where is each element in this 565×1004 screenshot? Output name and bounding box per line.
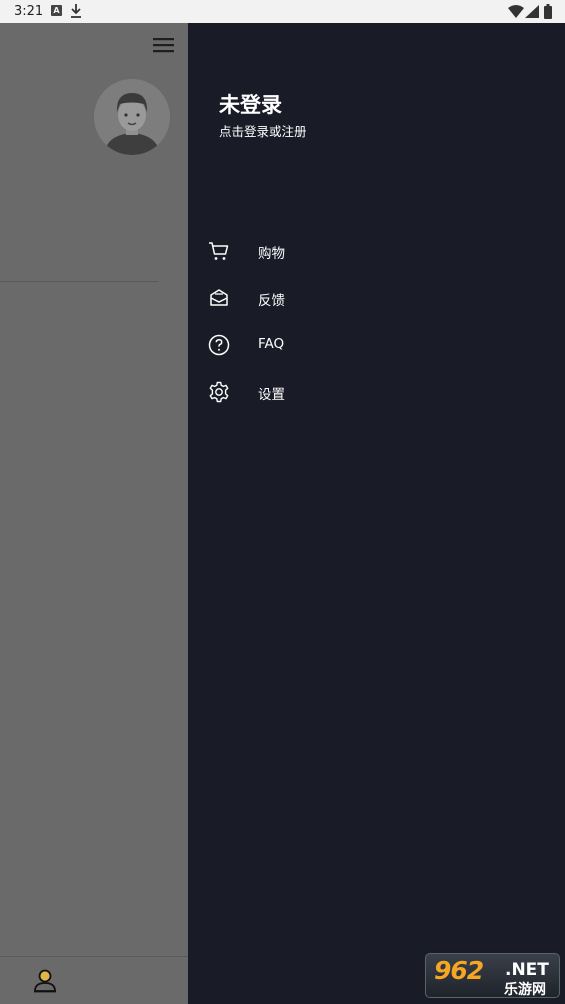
user-icon[interactable] [31,967,59,995]
menu-item-faq[interactable]: FAQ [188,323,565,367]
notification-icon: A [51,5,62,16]
menu-item-label: FAQ [258,336,285,352]
menu-item-label: 反馈 [258,293,285,309]
menu-item-feedback[interactable]: 反馈 [188,276,565,320]
help-circle-icon [208,334,230,356]
status-time: 3:21 [14,4,44,19]
login-register-link[interactable]: 点击登录或注册 [219,121,307,140]
watermark-sub: 乐游网 [504,982,546,998]
watermark-logo: 962 .NET 乐游网 [425,953,560,998]
bottom-nav-divider [0,956,188,957]
hamburger-icon[interactable] [150,34,178,56]
gear-icon [209,381,229,403]
signal-icon [525,5,539,18]
menu-item-shopping[interactable]: 购物 [188,229,565,273]
menu-item-label: 设置 [258,387,285,403]
download-icon [71,4,81,18]
menu-item-label: 购物 [258,246,285,262]
status-bar: 3:21 A [0,0,565,23]
watermark-number: 962 [434,956,484,985]
battery-icon [544,4,552,19]
divider [0,281,158,282]
mail-feedback-icon [210,289,228,306]
avatar-man-icon [94,79,170,155]
cart-icon [209,242,229,260]
avatar[interactable] [94,79,170,155]
wifi-icon [508,5,524,18]
menu-item-settings[interactable]: 设置 [188,370,565,414]
login-status-title[interactable]: 未登录 [219,89,282,119]
navigation-drawer: 未登录 点击登录或注册 购物 反馈 FAQ 设置 [188,23,565,1004]
main-content-scrim[interactable] [0,23,188,1004]
watermark-suffix: .NET [505,960,549,980]
